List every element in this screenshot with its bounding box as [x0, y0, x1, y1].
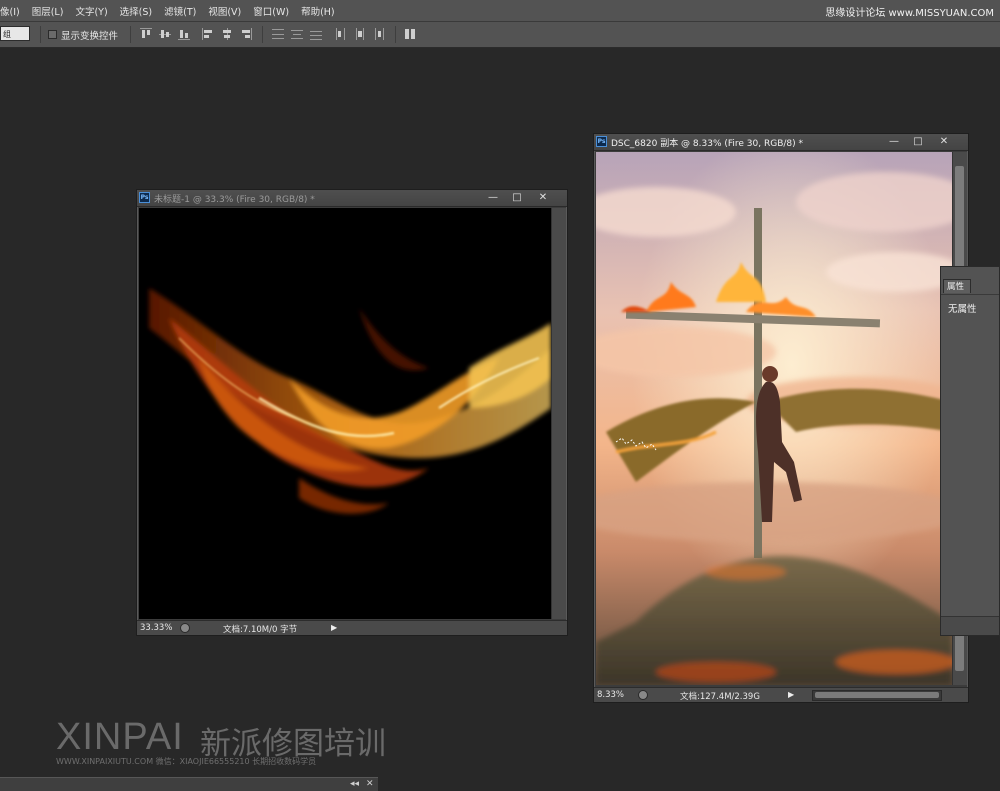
collapse-panel-button[interactable]: ◂◂: [350, 779, 359, 789]
menu-image[interactable]: 像(I): [0, 4, 26, 18]
vertical-scrollbar[interactable]: [551, 208, 566, 619]
align-top-edges-icon[interactable]: [140, 28, 152, 40]
status-info-icon[interactable]: [638, 690, 648, 700]
distribute-right-icon[interactable]: [373, 28, 385, 40]
photoshop-icon: Ps: [139, 192, 150, 203]
menu-type[interactable]: 文字(Y): [69, 4, 113, 18]
horizontal-scrollbar[interactable]: [812, 690, 942, 701]
menu-help[interactable]: 帮助(H): [295, 4, 341, 18]
align-horizontal-centers-icon[interactable]: [221, 28, 233, 40]
maximize-button[interactable]: □: [906, 135, 930, 148]
tab-properties[interactable]: 属性: [943, 279, 971, 293]
options-bar: 组 显示变换控件: [0, 22, 1000, 48]
photoshop-icon: Ps: [596, 136, 607, 147]
document-titlebar[interactable]: Ps 未标题-1 @ 33.3% (Fire 30, RGB/8) * — □ …: [137, 190, 567, 207]
properties-footer: [941, 616, 999, 635]
distribute-vertical-centers-icon[interactable]: [291, 28, 303, 40]
status-info-icon[interactable]: [180, 623, 190, 633]
brand-subtitle: WWW.XINPAIXIUTU.COM 微信：XIAOJIE66555210 长…: [56, 757, 317, 766]
zoom-level[interactable]: 8.33%: [597, 690, 624, 700]
separator: [395, 26, 396, 43]
document-size: 文档:127.4M/2.39G: [680, 692, 760, 702]
align-left-edges-icon[interactable]: [202, 28, 214, 40]
minimize-button[interactable]: —: [882, 135, 906, 148]
document-window-dsc6820[interactable]: Ps DSC_6820 副本 @ 8.33% (Fire 30, RGB/8) …: [593, 133, 969, 703]
properties-value: 无属性: [948, 304, 977, 315]
menu-view[interactable]: 视图(V): [202, 4, 247, 18]
separator: [40, 26, 41, 43]
properties-panel: 属性 无属性: [940, 266, 1000, 636]
photo-canvas[interactable]: [596, 152, 952, 685]
distribute-horizontal-centers-icon[interactable]: [354, 28, 366, 40]
separator: [130, 26, 131, 43]
menu-layer[interactable]: 图层(L): [26, 4, 70, 18]
collapsed-panel-bar: ◂◂ ✕: [0, 777, 378, 791]
fire-image: [149, 288, 551, 514]
distribute-top-icon[interactable]: [272, 28, 284, 40]
menu-select[interactable]: 选择(S): [114, 4, 158, 18]
distribute-left-icon[interactable]: [335, 28, 347, 40]
maximize-button[interactable]: □: [505, 191, 529, 204]
auto-select-dropdown[interactable]: 组: [0, 26, 30, 41]
document-title: DSC_6820 副本 @ 8.33% (Fire 30, RGB/8) *: [611, 139, 804, 149]
menu-window[interactable]: 窗口(W): [247, 4, 295, 18]
minimize-button[interactable]: —: [481, 191, 505, 204]
document-size: 文档:7.10M/0 字节: [223, 625, 298, 635]
document-titlebar[interactable]: Ps DSC_6820 副本 @ 8.33% (Fire 30, RGB/8) …: [594, 134, 968, 151]
align-right-edges-icon[interactable]: [240, 28, 252, 40]
angel-cross-photo: [596, 152, 952, 685]
separator: [262, 26, 263, 43]
panel-close-button[interactable]: ✕: [366, 779, 374, 789]
status-menu-arrow[interactable]: ▶: [331, 623, 337, 632]
brand-logo: XINPAI: [56, 716, 184, 758]
scrollbar-thumb[interactable]: [815, 692, 939, 698]
auto-align-layers-icon[interactable]: [404, 28, 416, 40]
site-watermark: 思缘设计论坛 www.MISSYUAN.COM: [825, 8, 994, 19]
menu-filter[interactable]: 滤镜(T): [158, 4, 202, 18]
close-button[interactable]: ✕: [531, 191, 555, 204]
close-button[interactable]: ✕: [932, 135, 956, 148]
distribute-bottom-icon[interactable]: [310, 28, 322, 40]
show-transform-checkbox[interactable]: [48, 30, 57, 39]
status-bar: 8.33% 文档:127.4M/2.39G ▶: [594, 687, 968, 702]
fire-canvas[interactable]: [139, 208, 551, 619]
document-window-untitled[interactable]: Ps 未标题-1 @ 33.3% (Fire 30, RGB/8) * — □ …: [136, 189, 568, 636]
align-bottom-edges-icon[interactable]: [178, 28, 190, 40]
document-title: 未标题-1 @ 33.3% (Fire 30, RGB/8) *: [154, 195, 315, 205]
status-menu-arrow[interactable]: ▶: [788, 690, 794, 699]
zoom-level[interactable]: 33.33%: [140, 623, 172, 633]
align-vertical-centers-icon[interactable]: [159, 28, 171, 40]
show-transform-label: 显示变换控件: [61, 31, 119, 42]
status-bar: 33.33% 文档:7.10M/0 字节 ▶: [137, 620, 567, 635]
properties-body: [941, 294, 999, 617]
